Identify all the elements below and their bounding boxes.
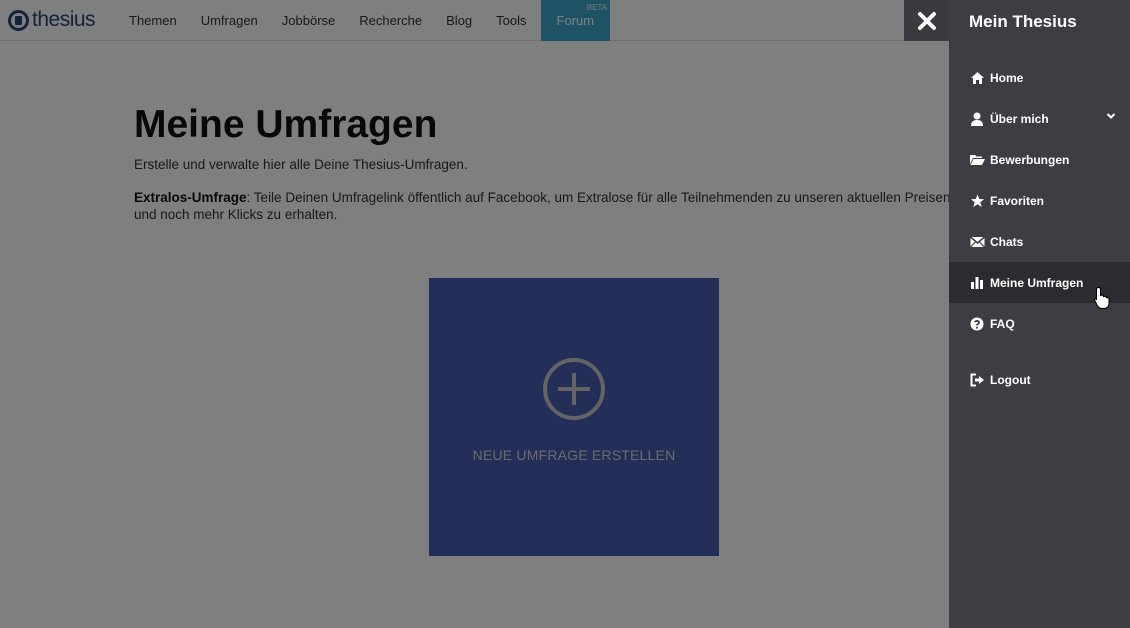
chevron-down-icon[interactable] — [1106, 111, 1116, 121]
drawer-item-label: Favoriten — [990, 193, 1045, 208]
star-icon — [969, 193, 985, 209]
close-drawer-button[interactable] — [904, 0, 949, 41]
drawer-item-bewerbungen[interactable]: Bewerbungen — [949, 139, 1130, 180]
drawer-item-favoriten[interactable]: Favoriten — [949, 180, 1130, 221]
drawer-item-logout[interactable]: Logout — [949, 359, 1130, 400]
user-icon — [969, 111, 985, 127]
drawer-item-label: Meine Umfragen — [990, 275, 1084, 290]
drawer-item-label: Chats — [990, 234, 1024, 249]
drawer-item-label: Home — [990, 70, 1024, 85]
hand-pointer-cursor-icon — [1094, 286, 1110, 309]
drawer-item-chats[interactable]: Chats — [949, 221, 1130, 262]
close-icon — [917, 11, 936, 30]
drawer-item-home[interactable]: Home — [949, 57, 1130, 98]
home-icon — [969, 70, 985, 86]
sign-out-icon — [969, 372, 985, 388]
user-drawer: Mein Thesius Home Über mich Bewerbungen … — [949, 0, 1130, 628]
question-circle-icon — [969, 316, 985, 332]
bar-chart-icon — [969, 275, 985, 291]
envelope-icon — [969, 234, 985, 250]
drawer-item-label: Logout — [990, 372, 1031, 387]
drawer-title: Mein Thesius — [969, 12, 1077, 31]
drawer-item-ueber-mich[interactable]: Über mich — [949, 98, 1130, 139]
drawer-item-label: Bewerbungen — [990, 152, 1070, 167]
drawer-item-label: FAQ — [990, 316, 1015, 331]
folder-open-icon — [969, 152, 985, 168]
drawer-item-label: Über mich — [990, 111, 1049, 126]
